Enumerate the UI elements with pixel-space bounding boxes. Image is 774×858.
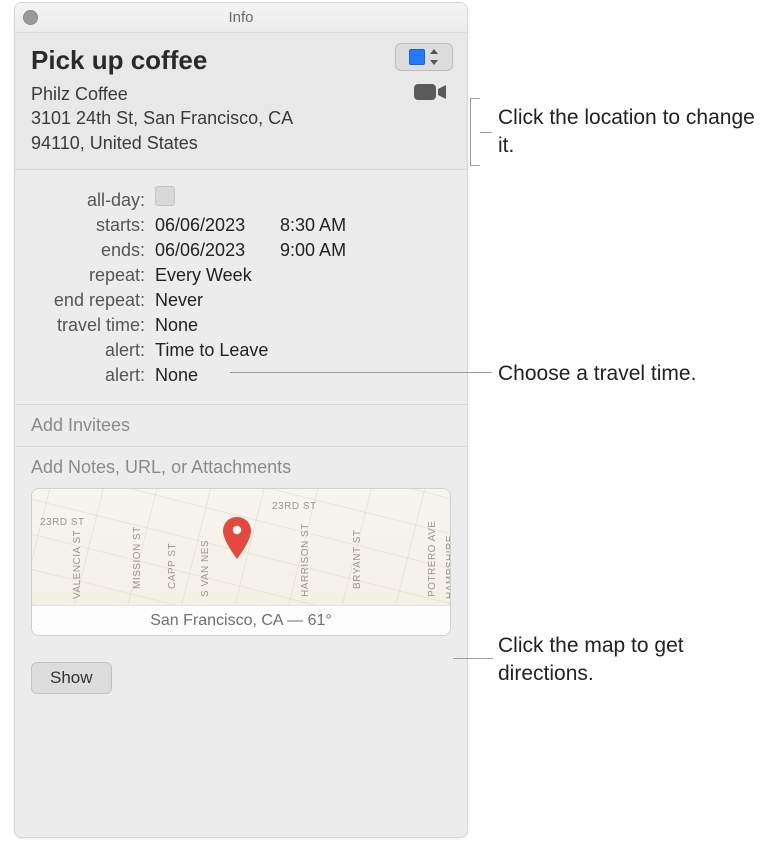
ends-time[interactable]: 9:00 AM	[280, 240, 346, 261]
label-end-repeat: end repeat:	[31, 290, 155, 311]
label-ends: ends:	[31, 240, 155, 261]
alert-value[interactable]: Time to Leave	[155, 340, 268, 361]
row-allday: all-day:	[31, 186, 451, 211]
callout-line	[453, 658, 493, 659]
facetime-icon[interactable]	[413, 81, 447, 103]
show-button[interactable]: Show	[31, 662, 112, 694]
window-title: Info	[228, 9, 253, 26]
row-alert2: alert: None	[31, 365, 451, 386]
road-label: CAPP ST	[167, 543, 178, 589]
road-label: 23RD ST	[272, 501, 317, 512]
event-title[interactable]: Pick up coffee	[31, 45, 451, 76]
callout-bracket	[470, 98, 480, 166]
map-footer: San Francisco, CA — 61°	[32, 605, 450, 635]
travel-time-value[interactable]: None	[155, 315, 198, 336]
map-preview[interactable]: 23RD ST 23RD ST VALENCIA ST MISSION ST C…	[31, 488, 451, 636]
label-allday: all-day:	[31, 190, 155, 211]
add-notes[interactable]: Add Notes, URL, or Attachments	[31, 457, 451, 478]
ends-date[interactable]: 06/06/2023	[155, 240, 275, 261]
close-icon[interactable]	[23, 10, 38, 25]
event-header: Pick up coffee Philz Coffee 3101 24th St…	[15, 33, 467, 170]
event-info-panel: Info Pick up coffee Philz Coffee 3101 24…	[14, 2, 468, 838]
label-repeat: repeat:	[31, 265, 155, 286]
road-label: BRYANT ST	[352, 529, 363, 589]
road-label: POTRERO AVE	[427, 520, 438, 596]
label-travel-time: travel time:	[31, 315, 155, 336]
alert2-value[interactable]: None	[155, 365, 198, 386]
callout-line	[230, 372, 492, 373]
repeat-value[interactable]: Every Week	[155, 265, 252, 286]
event-location[interactable]: Philz Coffee 3101 24th St, San Francisco…	[31, 82, 361, 155]
road-label: HAMPSHIRE	[445, 535, 451, 599]
calendar-swatch-icon	[409, 49, 425, 65]
location-line: 94110, United States	[31, 131, 361, 155]
calendar-color-picker[interactable]	[395, 43, 453, 71]
road-label: S VAN NES	[200, 540, 211, 597]
row-alert: alert: Time to Leave	[31, 340, 451, 361]
callout-line	[480, 132, 492, 133]
row-travel-time: travel time: None	[31, 315, 451, 336]
notes-section: Add Notes, URL, or Attachments 23RD ST 2…	[15, 447, 467, 650]
road-label: VALENCIA ST	[72, 530, 83, 599]
callout-map: Click the map to get directions.	[498, 632, 758, 689]
starts-time[interactable]: 8:30 AM	[280, 215, 346, 236]
callout-travel-time: Choose a travel time.	[498, 360, 768, 388]
map-pin-icon	[222, 517, 252, 561]
end-repeat-value[interactable]: Never	[155, 290, 203, 311]
label-alert: alert:	[31, 340, 155, 361]
row-repeat: repeat: Every Week	[31, 265, 451, 286]
bottom-bar: Show	[15, 650, 467, 706]
event-details: all-day: starts: 06/06/2023 8:30 AM ends…	[15, 170, 467, 405]
allday-checkbox[interactable]	[155, 186, 175, 206]
row-starts: starts: 06/06/2023 8:30 AM	[31, 215, 451, 236]
road-label: MISSION ST	[132, 526, 143, 589]
starts-date[interactable]: 06/06/2023	[155, 215, 275, 236]
label-starts: starts:	[31, 215, 155, 236]
location-line: Philz Coffee	[31, 82, 361, 106]
row-end-repeat: end repeat: Never	[31, 290, 451, 311]
road-label: HARRISON ST	[300, 523, 311, 597]
chevron-updown-icon	[429, 49, 439, 65]
titlebar: Info	[15, 3, 467, 33]
map-body: 23RD ST 23RD ST VALENCIA ST MISSION ST C…	[32, 489, 450, 605]
row-ends: ends: 06/06/2023 9:00 AM	[31, 240, 451, 261]
road-label: 23RD ST	[40, 517, 85, 528]
add-invitees[interactable]: Add Invitees	[15, 405, 467, 447]
location-line: 3101 24th St, San Francisco, CA	[31, 106, 361, 130]
label-alert2: alert:	[31, 365, 155, 386]
callout-location: Click the location to change it.	[498, 104, 758, 161]
